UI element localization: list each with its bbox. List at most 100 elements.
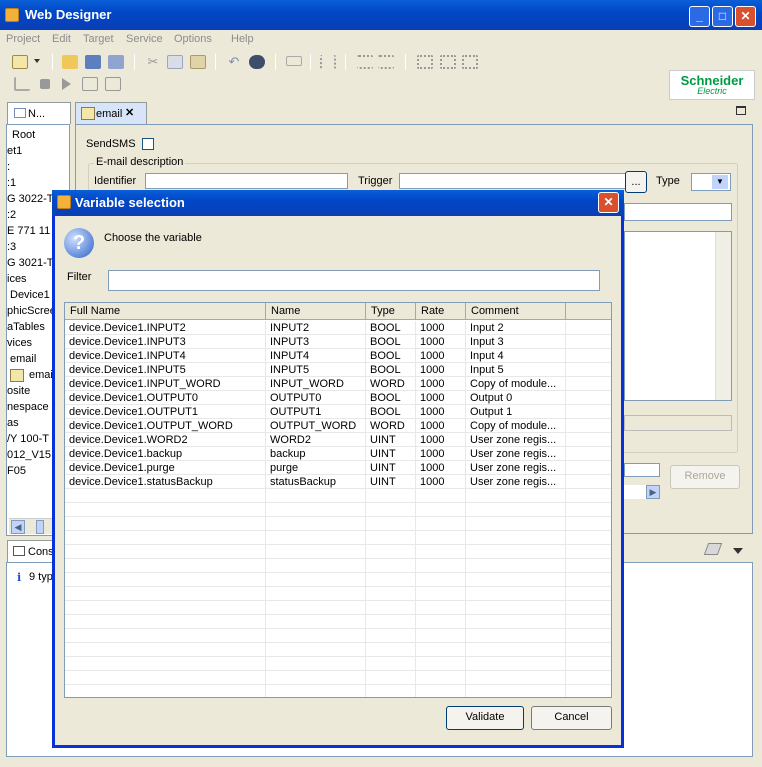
table-row[interactable]: [65, 545, 611, 559]
tree-item[interactable]: ices: [7, 273, 27, 285]
find-icon[interactable]: [249, 55, 265, 69]
tree-item[interactable]: Device1: [10, 289, 50, 301]
table-row[interactable]: [65, 489, 611, 503]
recipient-input[interactable]: [624, 203, 732, 221]
copy-icon[interactable]: [167, 55, 183, 69]
menu-project[interactable]: Project: [6, 33, 40, 45]
table-row[interactable]: device.Device1.INPUT3 INPUT3 BOOL 1000 Input…: [65, 335, 611, 349]
stop-icon[interactable]: [40, 79, 50, 89]
tree-item[interactable]: G 3022-T: [7, 193, 53, 205]
menu-target[interactable]: Target: [83, 33, 114, 45]
table-row[interactable]: [65, 685, 611, 697]
chevron-down-icon[interactable]: [34, 59, 40, 63]
view-menu-icon[interactable]: [733, 548, 743, 554]
undo-icon[interactable]: ↶: [226, 55, 242, 69]
body-text-area[interactable]: [624, 231, 732, 401]
tree-item[interactable]: nespace: [7, 401, 49, 413]
remove-button[interactable]: Remove: [670, 465, 740, 489]
table-row[interactable]: device.Device1.INPUT5 INPUT5 BOOL 1000 Input…: [65, 363, 611, 377]
tree-layout-3-icon[interactable]: [462, 55, 478, 69]
table-row[interactable]: device.Device1.INPUT_WORD INPUT_WORD WORD 1…: [65, 377, 611, 391]
table-row[interactable]: device.Device1.INPUT2 INPUT2 BOOL 1000 Input…: [65, 321, 611, 335]
table-row[interactable]: [65, 573, 611, 587]
distribute-vertical-icon[interactable]: [378, 55, 394, 69]
maximize-button[interactable]: □: [712, 6, 733, 27]
table-row[interactable]: device.Device1.OUTPUT1 OUTPUT1 BOOL 1000 Out…: [65, 405, 611, 419]
menu-help[interactable]: Help: [231, 33, 254, 45]
tree-item[interactable]: :1: [7, 177, 16, 189]
tree-item[interactable]: vices: [7, 337, 32, 349]
column-header-type[interactable]: Type: [366, 303, 416, 320]
tree-item[interactable]: :: [7, 161, 10, 173]
new-icon[interactable]: [12, 55, 28, 69]
tree-item[interactable]: email: [10, 353, 36, 365]
attachment-input[interactable]: [624, 463, 660, 477]
trigger-input[interactable]: [399, 173, 626, 189]
tree-item[interactable]: G 3021-T: [7, 257, 53, 269]
table-row[interactable]: [65, 559, 611, 573]
tree-item[interactable]: osite: [7, 385, 30, 397]
table-row[interactable]: [65, 531, 611, 545]
identifier-input[interactable]: [145, 173, 348, 189]
table-row[interactable]: [65, 657, 611, 671]
open-icon[interactable]: [62, 55, 78, 69]
table-row[interactable]: device.Device1.statusBackup statusBackup U…: [65, 475, 611, 489]
close-button[interactable]: ✕: [735, 6, 756, 27]
column-header-name[interactable]: Name: [266, 303, 366, 320]
tree-layout-2-icon[interactable]: [440, 55, 456, 69]
chart-icon[interactable]: [14, 77, 30, 91]
table-row[interactable]: device.Device1.purge purge UINT 1000 User zo…: [65, 461, 611, 475]
table-icon[interactable]: [105, 77, 121, 91]
table-row[interactable]: device.Device1.backup backup UINT 1000 User …: [65, 447, 611, 461]
table-row[interactable]: device.Device1.WORD2 WORD2 UINT 1000 User zo…: [65, 433, 611, 447]
table-row[interactable]: [65, 587, 611, 601]
cancel-button[interactable]: Cancel: [531, 706, 612, 730]
table-row[interactable]: [65, 629, 611, 643]
frame-icon[interactable]: [286, 56, 302, 66]
tree-layout-icon[interactable]: [417, 55, 433, 69]
scroll-thumb[interactable]: [36, 520, 44, 534]
tree-item[interactable]: 012_V15: [7, 449, 51, 461]
table-row[interactable]: device.Device1.INPUT4 INPUT4 BOOL 1000 Input…: [65, 349, 611, 363]
sendsms-checkbox[interactable]: [142, 138, 154, 150]
editor-tab[interactable]: email ✕: [75, 102, 147, 124]
browse-button[interactable]: ...: [625, 171, 647, 193]
table-row[interactable]: [65, 643, 611, 657]
column-header-comment[interactable]: Comment: [466, 303, 566, 320]
minimize-button[interactable]: _: [689, 6, 710, 27]
tree-item[interactable]: :3: [7, 241, 16, 253]
grid-icon[interactable]: [82, 77, 98, 91]
align-icon[interactable]: [320, 55, 336, 69]
close-tab-icon[interactable]: ✕: [125, 106, 134, 119]
filter-input[interactable]: [108, 270, 600, 291]
tree-item[interactable]: aTables: [7, 321, 45, 333]
table-row[interactable]: [65, 601, 611, 615]
scroll-left-icon[interactable]: ◀: [11, 520, 25, 534]
clear-console-icon[interactable]: [703, 543, 723, 555]
tree-item[interactable]: /Y 100-T: [7, 433, 49, 445]
play-icon[interactable]: [62, 78, 71, 90]
tree-item[interactable]: et1: [7, 145, 22, 157]
console-tab[interactable]: Cons: [7, 540, 57, 562]
table-row[interactable]: [65, 503, 611, 517]
column-header-full-name[interactable]: Full Name: [65, 303, 266, 320]
table-row[interactable]: [65, 671, 611, 685]
table-row[interactable]: device.Device1.OUTPUT0 OUTPUT0 BOOL 1000 Out…: [65, 391, 611, 405]
save-all-icon[interactable]: [108, 55, 124, 69]
tree-item[interactable]: Root: [12, 129, 35, 141]
save-icon[interactable]: [85, 55, 101, 69]
menu-service[interactable]: Service: [126, 33, 163, 45]
distribute-icon[interactable]: [357, 55, 373, 69]
cut-icon[interactable]: ✂: [145, 55, 161, 69]
paste-icon[interactable]: [190, 55, 206, 69]
tree-item[interactable]: as: [7, 417, 19, 429]
validate-button[interactable]: Validate: [446, 706, 524, 730]
tree-item[interactable]: E 771 11: [7, 225, 50, 237]
table-row[interactable]: device.Device1.OUTPUT_WORD OUTPUT_WORD WOR…: [65, 419, 611, 433]
table-row[interactable]: [65, 517, 611, 531]
tree-item[interactable]: F05: [7, 465, 26, 477]
menu-edit[interactable]: Edit: [52, 33, 71, 45]
scroll-right-icon[interactable]: ▶: [646, 485, 660, 499]
dialog-close-button[interactable]: ✕: [598, 192, 619, 213]
table-row[interactable]: [65, 615, 611, 629]
